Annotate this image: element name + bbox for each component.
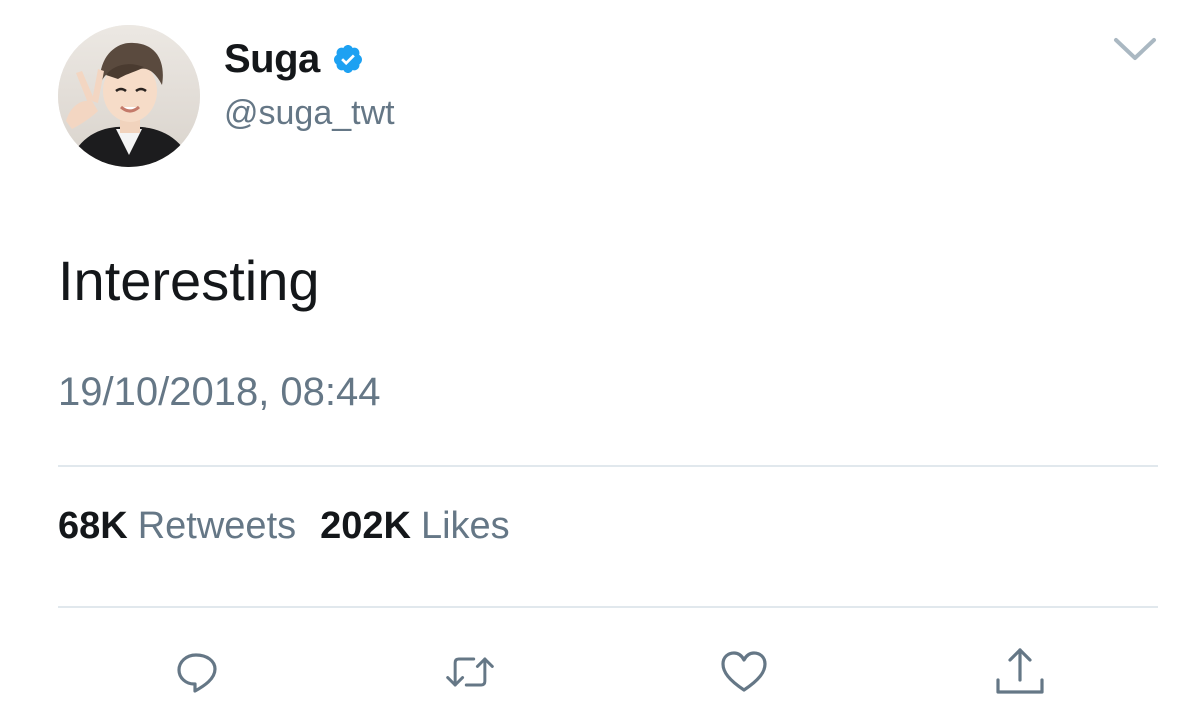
divider [58,465,1158,467]
name-row: Suga [224,34,364,84]
verified-badge-icon [332,43,364,75]
retweets-label: Retweets [137,505,297,547]
display-name[interactable]: Suga [224,37,320,82]
heart-icon [721,651,767,692]
retweet-button[interactable] [444,648,496,696]
avatar-image [58,25,200,167]
divider [58,606,1158,608]
share-button[interactable] [994,648,1046,696]
likes-count: 202K [320,505,411,547]
chevron-down-icon[interactable] [1112,34,1158,64]
likes-label: Likes [420,505,510,547]
retweets-stat[interactable]: 68K Retweets [58,505,296,548]
tweet-stats: 68K Retweets 202K Likes [58,505,510,548]
like-button[interactable] [718,648,770,696]
tweet-timestamp[interactable]: 19/10/2018, 08:44 [58,370,381,415]
retweets-count: 68K [58,505,128,547]
speech-bubble-icon [177,653,217,693]
tweet-text: Interesting [58,249,320,312]
likes-stat[interactable]: 202K Likes [320,505,510,548]
avatar[interactable] [58,25,200,167]
share-upload-icon [996,648,1044,694]
tweet-detail: Suga @suga_twt Interesting 19/10/2018, 0… [0,0,1200,722]
reply-button[interactable] [172,648,224,696]
user-handle[interactable]: @suga_twt [224,94,395,133]
retweet-arrows-icon [446,657,494,687]
